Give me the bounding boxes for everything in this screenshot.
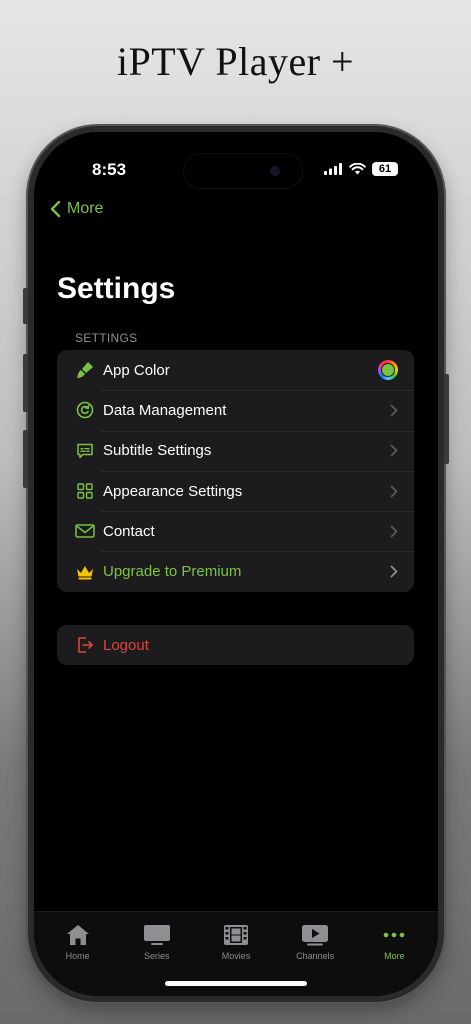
play-rectangle-icon [301, 922, 329, 948]
color-swatch-ring [381, 363, 395, 378]
back-button[interactable]: More [50, 200, 103, 218]
tab-bar: Home Series Movies Channels More [34, 911, 438, 996]
crown-icon [75, 562, 95, 582]
cellular-signal-icon [324, 163, 342, 175]
status-bar: 8:53 61 [34, 154, 438, 188]
logout-button[interactable]: Logout [57, 625, 414, 665]
settings-row-appearance-settings[interactable]: Appearance Settings [57, 470, 414, 511]
logout-icon [75, 635, 95, 655]
page-title: Settings [57, 272, 176, 305]
tab-channels[interactable]: Channels [280, 922, 350, 961]
paintbrush-icon [75, 360, 95, 380]
wifi-icon [349, 163, 366, 175]
status-time: 8:53 [92, 160, 127, 179]
tab-label: Series [144, 951, 170, 961]
subtitle-icon [75, 441, 95, 461]
back-button-label: More [67, 200, 104, 217]
film-icon [223, 922, 249, 948]
ellipsis-icon [382, 922, 406, 948]
tab-label: Home [65, 951, 90, 961]
tv-icon [143, 922, 171, 948]
app-color-swatch[interactable] [378, 360, 398, 381]
settings-row-label: Subtitle Settings [103, 442, 212, 460]
dynamic-island [184, 154, 302, 188]
grid-icon [75, 481, 95, 501]
tab-label: Movies [221, 951, 251, 961]
settings-row-upgrade-premium[interactable]: Upgrade to Premium [57, 551, 414, 591]
phone-frame: 8:53 61 More Settings SETTINGS App Color… [23, 126, 449, 1002]
section-header: SETTINGS [75, 331, 138, 345]
tab-label: Channels [296, 951, 335, 961]
settings-group: App Color Data Management Subtitle Setti… [57, 350, 414, 592]
screen: 8:53 61 More Settings SETTINGS App Color… [34, 132, 438, 996]
promo-title: iPTV Player + [116, 39, 355, 84]
logout-label: Logout [103, 636, 149, 654]
chevron-right-icon [390, 525, 398, 538]
battery-indicator: 61 [372, 162, 398, 176]
tab-series[interactable]: Series [122, 922, 192, 961]
settings-row-label: Upgrade to Premium [103, 563, 242, 581]
home-indicator[interactable] [165, 981, 307, 986]
chevron-right-icon [390, 565, 398, 578]
chevron-right-icon [390, 444, 398, 457]
chevron-right-icon [390, 485, 398, 498]
settings-row-data-management[interactable]: Data Management [57, 390, 414, 430]
settings-row-label: Contact [103, 522, 155, 540]
color-swatch-dot [382, 364, 394, 377]
refresh-circle-icon [75, 400, 95, 420]
settings-row-contact[interactable]: Contact [57, 511, 414, 551]
settings-row-label: Appearance Settings [103, 482, 243, 500]
status-icons: 61 [324, 162, 398, 176]
side-button [444, 374, 449, 464]
camera-icon [270, 166, 280, 176]
tab-more[interactable]: More [359, 922, 429, 961]
chevron-left-icon [50, 200, 61, 218]
tab-movies[interactable]: Movies [201, 922, 271, 961]
volume-up-button [23, 354, 28, 412]
settings-row-label: Data Management [103, 401, 227, 419]
house-icon [66, 922, 90, 948]
chevron-right-icon [390, 404, 398, 417]
tab-home[interactable]: Home [43, 922, 113, 961]
volume-down-button [23, 430, 28, 488]
settings-row-subtitle-settings[interactable]: Subtitle Settings [57, 430, 414, 471]
tab-label: More [384, 951, 405, 961]
action-button [23, 288, 28, 324]
settings-row-app-color[interactable]: App Color [57, 350, 414, 390]
settings-row-label: App Color [103, 361, 170, 379]
envelope-icon [75, 521, 95, 541]
